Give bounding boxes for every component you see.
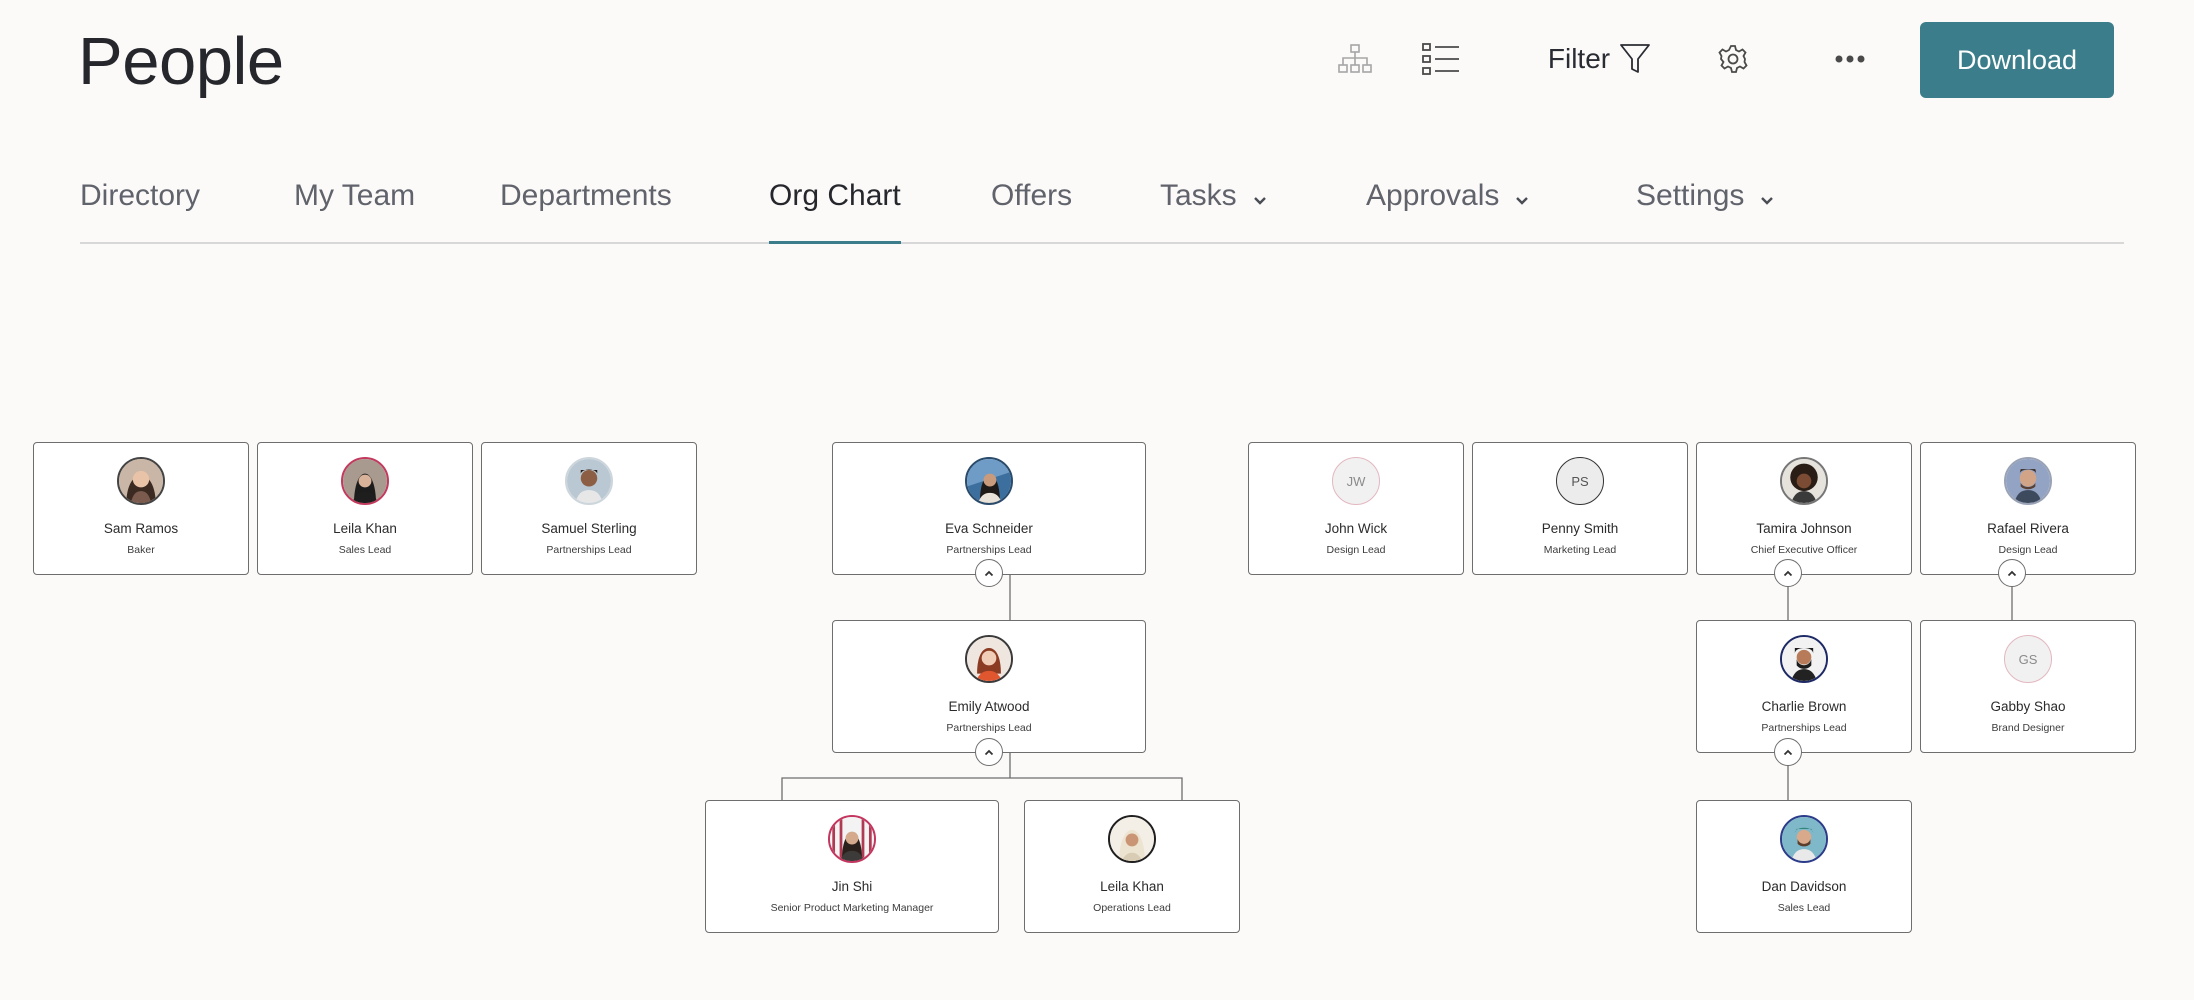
person-name: Rafael Rivera [1987, 521, 2069, 536]
person-name: Emily Atwood [948, 699, 1030, 714]
avatar [828, 815, 876, 863]
person-role: Partnerships Lead [946, 544, 1032, 556]
person-role: Marketing Lead [1543, 544, 1617, 556]
person-role: Sales Lead [1777, 902, 1831, 914]
avatar [965, 635, 1013, 683]
avatar: GS [2004, 635, 2052, 683]
chevron-up-icon [2007, 564, 2017, 582]
person-card[interactable]: Eva Schneider Partnerships Lead [832, 442, 1146, 575]
person-role: Design Lead [1998, 544, 2058, 556]
person-card[interactable]: Jin Shi Senior Product Marketing Manager [705, 800, 999, 933]
person-card[interactable]: GS Gabby Shao Brand Designer [1920, 620, 2136, 753]
person-role: Chief Executive Officer [1750, 544, 1858, 556]
person-card[interactable]: Charlie Brown Partnerships Lead [1696, 620, 1912, 753]
person-role: Partnerships Lead [546, 544, 632, 556]
person-card[interactable]: Tamira Johnson Chief Executive Officer [1696, 442, 1912, 575]
person-card[interactable]: Leila Khan Sales Lead [257, 442, 473, 575]
person-role: Design Lead [1326, 544, 1386, 556]
collapse-button[interactable] [1774, 738, 1802, 766]
person-name: Samuel Sterling [541, 521, 637, 536]
person-name: Sam Ramos [103, 521, 179, 536]
person-name: Jin Shi [831, 879, 873, 894]
person-name: Gabby Shao [1990, 699, 2066, 714]
avatar [117, 457, 165, 505]
collapse-button[interactable] [1774, 559, 1802, 587]
person-name: Tamira Johnson [1756, 521, 1852, 536]
avatar [1108, 815, 1156, 863]
collapse-button[interactable] [1998, 559, 2026, 587]
avatar [565, 457, 613, 505]
chevron-up-icon [1783, 743, 1793, 761]
person-name: Leila Khan [1100, 879, 1164, 894]
person-name: Dan Davidson [1761, 879, 1847, 894]
avatar: PS [1556, 457, 1604, 505]
person-name: John Wick [1324, 521, 1388, 536]
person-name: Leila Khan [333, 521, 397, 536]
avatar [965, 457, 1013, 505]
person-role: Senior Product Marketing Manager [770, 902, 934, 914]
avatar [1780, 815, 1828, 863]
avatar: JW [1332, 457, 1380, 505]
person-role: Operations Lead [1093, 902, 1171, 914]
collapse-button[interactable] [975, 738, 1003, 766]
collapse-button[interactable] [975, 559, 1003, 587]
avatar [1780, 457, 1828, 505]
person-card[interactable]: PS Penny Smith Marketing Lead [1472, 442, 1688, 575]
person-role: Baker [127, 544, 155, 556]
person-role: Partnerships Lead [1761, 722, 1847, 734]
person-card[interactable]: Emily Atwood Partnerships Lead [832, 620, 1146, 753]
org-chart: Sam Ramos Baker Leila Khan Sales Lead Sa… [0, 0, 2194, 1000]
chevron-up-icon [1783, 564, 1793, 582]
person-name: Eva Schneider [945, 521, 1033, 536]
person-card[interactable]: JW John Wick Design Lead [1248, 442, 1464, 575]
avatar [1780, 635, 1828, 683]
person-card[interactable]: Rafael Rivera Design Lead [1920, 442, 2136, 575]
chevron-up-icon [984, 743, 994, 761]
person-card[interactable]: Leila Khan Operations Lead [1024, 800, 1240, 933]
chevron-up-icon [984, 564, 994, 582]
person-role: Sales Lead [338, 544, 392, 556]
person-name: Charlie Brown [1761, 699, 1847, 714]
person-name: Penny Smith [1541, 521, 1619, 536]
avatar [341, 457, 389, 505]
avatar [2004, 457, 2052, 505]
person-card[interactable]: Sam Ramos Baker [33, 442, 249, 575]
person-role: Partnerships Lead [946, 722, 1032, 734]
person-role: Brand Designer [1991, 722, 2065, 734]
person-card[interactable]: Dan Davidson Sales Lead [1696, 800, 1912, 933]
person-card[interactable]: Samuel Sterling Partnerships Lead [481, 442, 697, 575]
